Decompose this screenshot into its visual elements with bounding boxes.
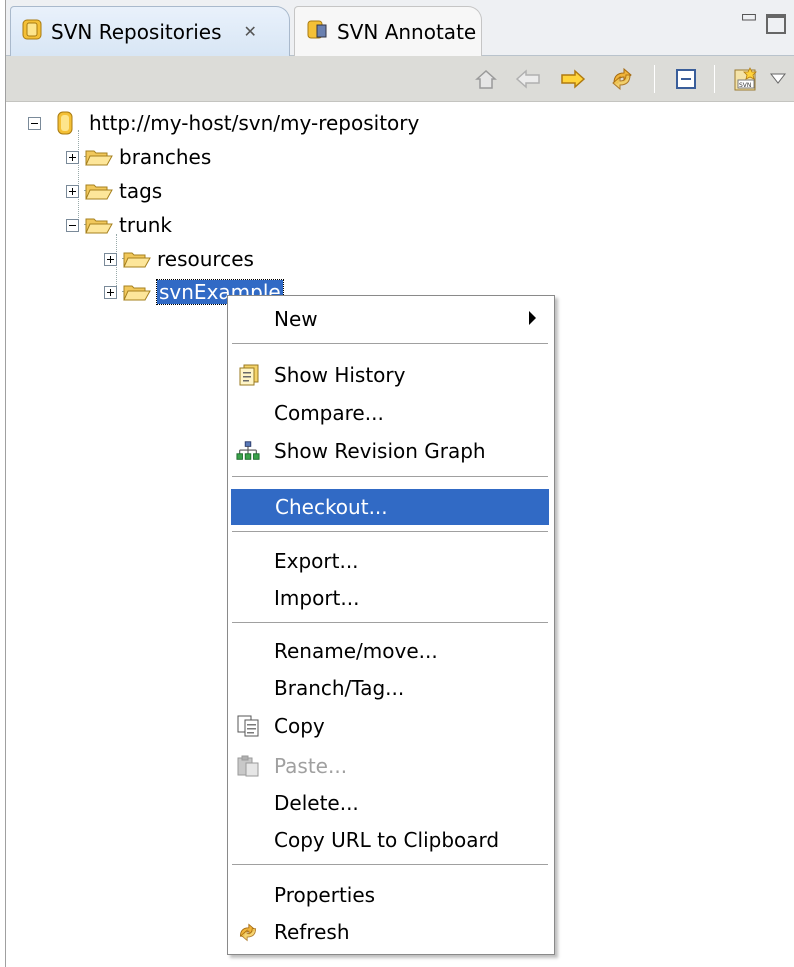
menu-item-label: Show History [274,363,406,387]
view-toolbar: SVN [6,56,794,102]
collapse-all-icon[interactable] [672,65,700,93]
collapse-icon[interactable] [66,218,79,232]
home-icon[interactable] [472,65,500,93]
menu-item-label: Compare... [274,401,384,425]
repository-url: http://my-host/svn/my-repository [89,111,420,135]
expand-icon[interactable] [66,184,79,198]
revision-graph-icon [236,441,260,460]
menu-item-label: New [274,307,318,331]
tree-item-trunk[interactable]: trunk [66,210,172,240]
menu-item-show-revision-graph[interactable]: Show Revision Graph [230,434,550,468]
menu-item-new[interactable]: New [230,302,550,336]
menu-item-label: Rename/move... [274,639,438,663]
paste-icon [237,755,259,777]
view-tab-bar: SVN Repositories ✕ SVN Annotate ▭ [6,0,794,56]
tab-svn-repositories[interactable]: SVN Repositories ✕ [10,6,290,56]
repository-tree: http://my-host/svn/my-repository branche… [6,104,794,305]
repository-icon [21,17,43,46]
menu-item-label: Checkout... [275,495,388,519]
tab-svn-annotate[interactable]: SVN Annotate [294,6,482,56]
tree-item-branches[interactable]: branches [66,142,211,172]
tab-label: SVN Repositories [51,19,222,44]
expand-icon[interactable] [66,150,79,164]
menu-item-branch-tag[interactable]: Branch/Tag... [230,671,550,705]
submenu-arrow-icon [529,311,536,325]
refresh-icon[interactable] [608,65,636,93]
menu-separator [232,343,548,345]
svn-repositories-view: SVN Repositories ✕ SVN Annotate ▭ SVN ht… [5,0,794,967]
menu-item-label: Export... [274,549,359,573]
menu-item-checkout[interactable]: Checkout... [231,489,549,525]
folder-icon [123,252,151,268]
tab-label: SVN Annotate [337,19,477,44]
menu-item-refresh[interactable]: Refresh [230,915,550,949]
minimize-icon[interactable]: ▭ [738,8,760,30]
menu-item-properties[interactable]: Properties [230,878,550,912]
menu-item-label: Import... [274,586,360,610]
menu-item-copy-url[interactable]: Copy URL to Clipboard [230,823,550,857]
tree-root[interactable]: http://my-host/svn/my-repository [28,108,419,138]
menu-item-label: Properties [274,883,376,907]
menu-separator [232,531,548,533]
tree-item-label: branches [119,145,212,169]
toolbar-separator [714,65,715,93]
view-menu-icon[interactable] [768,65,788,93]
maximize-icon[interactable] [766,14,786,34]
menu-separator [232,622,548,624]
tree-item-label: resources [157,247,254,271]
menu-item-label: Refresh [274,920,350,944]
menu-item-label: Paste... [274,754,348,778]
copy-icon [237,715,259,737]
menu-item-show-history[interactable]: Show History [230,358,550,392]
annotate-icon [305,17,329,46]
menu-item-rename-move[interactable]: Rename/move... [230,634,550,668]
expand-icon[interactable] [104,285,117,299]
forward-arrow-icon[interactable] [559,65,587,93]
menu-item-copy[interactable]: Copy [230,709,550,743]
tree-item-label: tags [119,179,163,203]
tree-item-label: trunk [119,213,172,237]
folder-open-icon [85,218,113,234]
back-arrow-icon[interactable] [514,65,542,93]
folder-icon [85,184,113,200]
context-menu: New Show History Compare... Show Revisio… [227,295,555,955]
svg-text:SVN: SVN [739,82,751,89]
menu-item-label: Copy URL to Clipboard [274,828,500,852]
tree-item-tags[interactable]: tags [66,176,162,206]
toolbar-separator [654,65,655,93]
menu-item-export[interactable]: Export... [230,544,550,578]
tree-item-resources[interactable]: resources [104,244,254,274]
folder-icon [85,150,113,166]
repository-icon [57,111,73,135]
menu-separator [232,864,548,866]
menu-item-compare[interactable]: Compare... [230,396,550,430]
menu-item-label: Copy [274,714,325,738]
new-repository-location-icon[interactable]: SVN [732,65,760,93]
folder-icon [123,285,151,301]
menu-item-label: Show Revision Graph [274,439,486,463]
menu-item-label: Delete... [274,791,359,815]
refresh-icon [239,923,257,942]
history-icon [239,364,259,386]
menu-separator [232,476,548,478]
expand-icon[interactable] [104,252,117,266]
menu-item-paste[interactable]: Paste... [230,749,550,783]
menu-item-delete[interactable]: Delete... [230,786,550,820]
collapse-icon[interactable] [28,116,41,130]
menu-item-import[interactable]: Import... [230,581,550,615]
menu-item-label: Branch/Tag... [274,676,405,700]
close-icon[interactable]: ✕ [244,22,257,41]
